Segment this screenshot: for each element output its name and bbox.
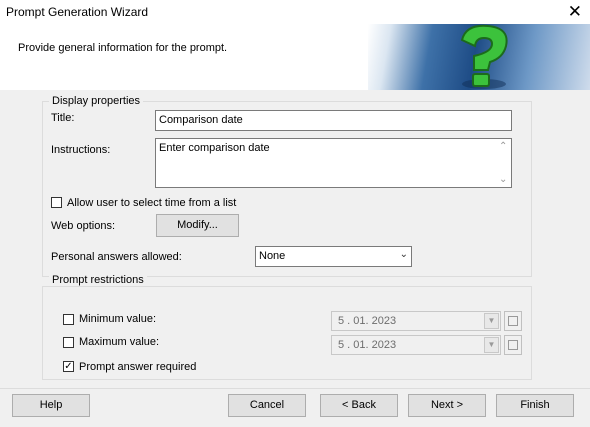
title-input[interactable]: Comparison date: [155, 110, 512, 131]
maximum-value-checkbox[interactable]: [63, 337, 74, 348]
dropdown-arrow-icon[interactable]: ▼: [484, 313, 499, 329]
dropdown-arrow-icon[interactable]: ▼: [484, 337, 499, 353]
instructions-text: Enter comparison date: [159, 142, 270, 154]
wizard-body: Display properties Title: Comparison dat…: [0, 90, 590, 388]
calendar-icon: [508, 316, 518, 326]
minimum-value-checkbox[interactable]: [63, 314, 74, 325]
web-options-label: Web options:: [51, 220, 116, 232]
chevron-down-icon: ⌄: [399, 249, 408, 260]
instructions-label: Instructions:: [51, 144, 111, 156]
maximum-date-field[interactable]: 5 . 01. 2023 ▼: [331, 335, 501, 355]
cancel-button[interactable]: Cancel: [228, 394, 306, 417]
minimum-date-field[interactable]: 5 . 01. 2023 ▼: [331, 311, 501, 331]
instructions-scrollbar[interactable]: ⌃ ⌄: [495, 140, 510, 186]
next-button[interactable]: Next >: [408, 394, 486, 417]
allow-time-label: Allow user to select time from a list: [67, 197, 237, 209]
title-label: Title:: [51, 112, 75, 124]
footer-divider: [0, 388, 590, 389]
question-mark-icon: [460, 24, 508, 89]
maximum-calendar-button[interactable]: [504, 335, 522, 355]
allow-time-checkbox[interactable]: [51, 197, 62, 208]
header-instruction: Provide general information for the prom…: [18, 42, 228, 54]
calendar-icon: [508, 340, 518, 350]
personal-answers-label: Personal answers allowed:: [51, 251, 182, 263]
maximum-date-value: 5 . 01. 2023: [338, 339, 397, 351]
window-title: Prompt Generation Wizard: [6, 5, 149, 19]
scroll-up-icon[interactable]: ⌃: [499, 141, 507, 152]
prompt-required-label: Prompt answer required: [79, 361, 197, 373]
prompt-required-checkbox[interactable]: ✓: [63, 361, 74, 372]
help-button[interactable]: Help: [12, 394, 90, 417]
close-icon[interactable]: ✕: [568, 2, 582, 22]
prompt-restrictions-legend: Prompt restrictions: [49, 274, 147, 286]
personal-answers-select[interactable]: None ⌄: [255, 246, 412, 267]
display-properties-legend: Display properties: [49, 95, 144, 107]
instructions-input[interactable]: Enter comparison date ⌃ ⌄: [155, 138, 512, 188]
title-bar: Prompt Generation Wizard ✕: [0, 0, 590, 24]
personal-answers-value: None: [259, 250, 286, 262]
checkmark-icon: ✓: [64, 361, 73, 372]
minimum-date-value: 5 . 01. 2023: [338, 315, 397, 327]
maximum-value-label: Maximum value:: [79, 336, 160, 348]
back-button[interactable]: < Back: [320, 394, 398, 417]
finish-button[interactable]: Finish: [496, 394, 574, 417]
modify-button[interactable]: Modify...: [156, 214, 239, 237]
minimum-calendar-button[interactable]: [504, 311, 522, 331]
scroll-down-icon[interactable]: ⌄: [499, 174, 507, 185]
minimum-value-label: Minimum value:: [79, 313, 157, 325]
